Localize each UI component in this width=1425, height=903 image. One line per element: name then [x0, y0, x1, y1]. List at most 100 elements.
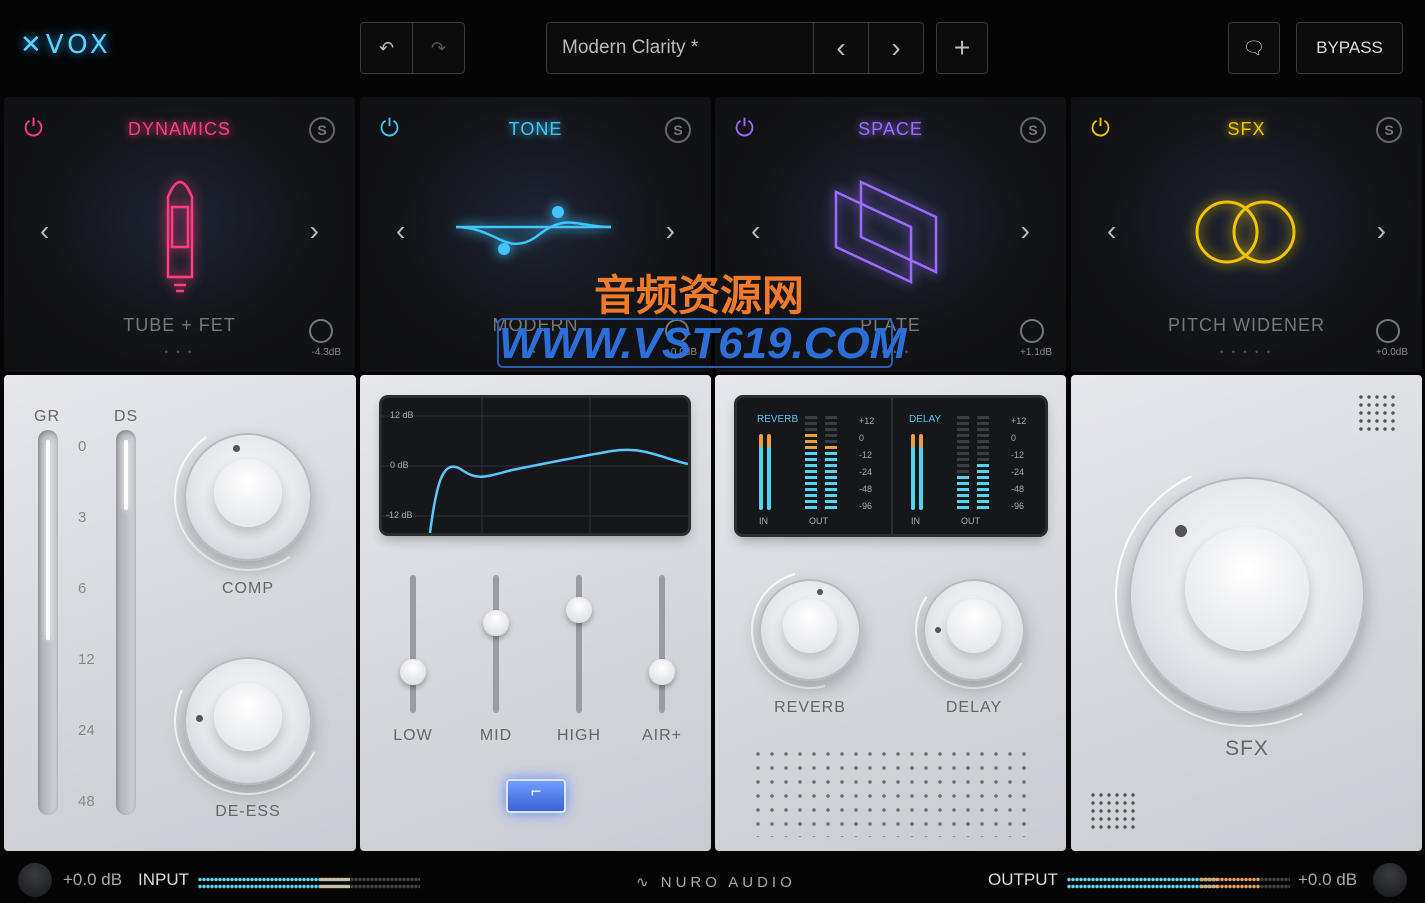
input-gain-knob[interactable]	[18, 863, 52, 897]
output-meter	[1067, 876, 1217, 890]
module-algorithm-name: TUBE + FET	[123, 315, 236, 335]
module-title: TONE	[508, 119, 563, 139]
in-label: IN	[911, 516, 920, 526]
bypass-button[interactable]: BYPASS	[1296, 22, 1403, 74]
prev-preset-button[interactable]: ‹	[813, 22, 869, 74]
input-label: INPUT	[138, 870, 189, 889]
chevron-left-icon: ‹	[836, 32, 846, 63]
preset-name: Modern Clarity *	[562, 37, 699, 58]
module-illustration	[715, 167, 1066, 297]
solo-icon[interactable]: S	[1020, 117, 1046, 143]
undo-icon: ↶	[378, 37, 395, 58]
module-gain-knob[interactable]	[309, 319, 333, 343]
module-title: SFX	[1227, 119, 1266, 139]
solo-icon[interactable]: S	[309, 117, 335, 143]
gr-meter	[38, 430, 58, 815]
meter-scale-label: 0	[1011, 433, 1017, 443]
solo-icon[interactable]: S	[665, 117, 691, 143]
filter-toggle-button[interactable]: ⌐	[506, 779, 566, 813]
comment-button[interactable]: 🗨	[1228, 22, 1280, 74]
meter-scale-label: +12	[1011, 416, 1027, 426]
page-dots[interactable]: •	[360, 347, 711, 357]
redo-button[interactable]: ↷	[412, 22, 465, 74]
undo-button[interactable]: ↶	[360, 22, 413, 74]
space-panel: REVERB DELAY +12 0 -12 -24 -48 -96 IN OUT +12 0 -1…	[715, 375, 1066, 851]
module-gain-knob[interactable]	[1376, 319, 1400, 343]
dynamics-panel: GR DS 0 3 6 12 24 48 COMP DE-ESS	[4, 375, 356, 851]
eq-label: 0 dB	[390, 460, 409, 470]
fader-label: LOW	[393, 727, 433, 744]
module-title: DYNAMICS	[127, 119, 231, 139]
chevron-right-icon: ›	[891, 32, 901, 63]
module-algorithm-name: MODERN	[492, 315, 579, 335]
sfx-panel: SFX	[1071, 375, 1422, 851]
out-label: OUT	[809, 516, 828, 526]
input-db: +0.0 dB	[63, 870, 123, 889]
module-illustration	[1071, 167, 1422, 297]
fader-thumb[interactable]	[400, 658, 426, 685]
meter-scale-label: 12	[78, 651, 95, 668]
meter-scale-label: 6	[78, 580, 87, 597]
sfx-knob[interactable]	[1129, 477, 1365, 713]
next-preset-button[interactable]: ›	[868, 22, 924, 74]
fader-thumb[interactable]	[649, 658, 675, 685]
module-illustration	[4, 167, 355, 297]
reverb-knob[interactable]	[759, 579, 861, 681]
solo-icon[interactable]: S	[1376, 117, 1402, 143]
gr-label: GR	[34, 408, 60, 425]
meter-scale-label: 3	[78, 509, 87, 526]
module-tone: ⏻ TONE S ‹ › MODERN 0.0dB •	[360, 97, 711, 372]
module-space: ⏻ SPACE S ‹ › PLATE +1.1dB • • • •	[715, 97, 1066, 372]
output-gain-knob[interactable]	[1373, 863, 1407, 897]
eq-label: 12 dB	[390, 410, 414, 420]
meter-scale-label: 48	[78, 793, 95, 810]
module-algorithm-name: PITCH WIDENER	[1168, 315, 1325, 335]
page-dots[interactable]: • • •	[4, 347, 355, 357]
decorative-dots	[1089, 791, 1135, 831]
output-label: OUTPUT	[988, 870, 1058, 889]
meter-scale-label: -24	[859, 467, 873, 477]
meter-scale-label: -48	[859, 484, 873, 494]
speaker-grille	[751, 747, 1036, 837]
meter-scale-label: -96	[859, 501, 873, 511]
page-dots[interactable]: • • • • •	[1071, 347, 1422, 357]
space-meters: REVERB DELAY +12 0 -12 -24 -48 -96 IN OUT +12 0 -1…	[737, 398, 1045, 534]
vox-logo: ✕VOX	[20, 30, 112, 60]
fader-thumb[interactable]	[483, 610, 509, 637]
comp-knob[interactable]	[184, 433, 312, 561]
fader-label: HIGH	[557, 727, 601, 744]
module-title: SPACE	[858, 119, 923, 139]
module-sfx: ⏻ SFX S ‹ › PITCH WIDENER +0.0dB • • • •…	[1071, 97, 1422, 372]
delay-knob[interactable]	[923, 579, 1025, 681]
meter-scale-label: -12	[859, 450, 873, 460]
ds-meter	[116, 430, 136, 815]
delay-meter-title: DELAY	[909, 414, 942, 425]
module-algorithm-name: PLATE	[860, 315, 921, 335]
eq-label: -12 dB	[386, 510, 413, 520]
fader-label: AIR+	[641, 727, 682, 744]
meter-scale-label: 0	[859, 433, 865, 443]
meter-scale-label: -48	[1011, 484, 1025, 494]
module-gain-knob[interactable]	[665, 319, 689, 343]
fader-thumb[interactable]	[566, 596, 592, 623]
low-cut-icon: ⌐	[530, 781, 542, 801]
plus-icon: +	[953, 32, 971, 63]
page-dots[interactable]: • • • •	[715, 347, 1066, 357]
meter-scale-label: -12	[1011, 450, 1025, 460]
add-preset-button[interactable]: +	[936, 22, 988, 74]
nuro-audio-brand: ∿ NURO AUDIO	[636, 874, 796, 891]
bypass-label: BYPASS	[1316, 38, 1383, 57]
sfx-label: SFX	[1225, 737, 1269, 760]
delay-label: DELAY	[945, 699, 1003, 716]
de-ess-knob[interactable]	[184, 657, 312, 785]
out-label: OUT	[961, 516, 980, 526]
module-gain-knob[interactable]	[1020, 319, 1044, 343]
nuro-logo-icon: ∿	[636, 874, 661, 891]
redo-icon: ↷	[430, 37, 447, 58]
comment-icon: 🗨	[1242, 37, 1266, 58]
decorative-dots	[1357, 393, 1397, 433]
meter-scale-label: +12	[859, 416, 875, 426]
preset-name-field[interactable]: Modern Clarity *	[546, 22, 814, 74]
in-label: IN	[759, 516, 768, 526]
meter-scale-label: -24	[1011, 467, 1025, 477]
